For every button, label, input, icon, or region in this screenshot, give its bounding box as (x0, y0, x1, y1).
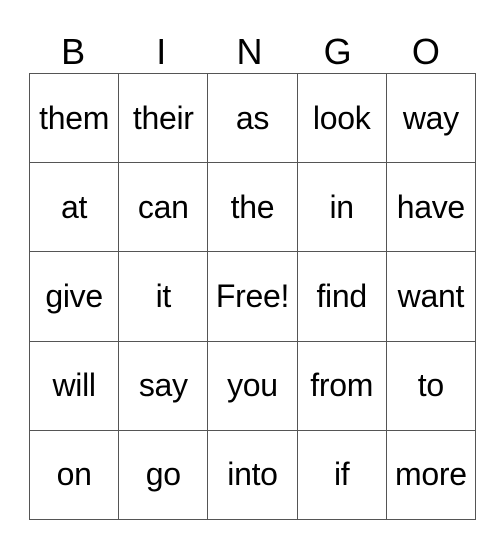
bingo-cell[interactable]: way (385, 72, 476, 164)
grid-row: will say you from to (28, 340, 476, 431)
bingo-cell[interactable]: will (28, 340, 120, 431)
header-letter-g: G (323, 31, 352, 72)
bingo-cell[interactable]: in (296, 162, 387, 253)
bingo-cell[interactable]: more (385, 429, 476, 520)
bingo-cell[interactable]: say (118, 340, 209, 431)
bingo-cell[interactable]: on (28, 429, 120, 520)
grid-row: them their as look way (28, 72, 476, 164)
header-letter-b: B (61, 31, 86, 72)
bingo-cell[interactable]: want (385, 251, 476, 342)
bingo-cell[interactable]: it (118, 251, 209, 342)
bingo-header: B I N G O (29, 30, 470, 73)
bingo-cell[interactable]: from (296, 340, 387, 431)
bingo-cell[interactable]: you (207, 340, 298, 431)
bingo-cell[interactable]: can (118, 162, 209, 253)
grid-row: give it Free! find want (28, 251, 476, 342)
grid-row: on go into if more (28, 429, 476, 520)
bingo-cell[interactable]: go (118, 429, 209, 520)
free-space-cell[interactable]: Free! (207, 251, 298, 342)
bingo-cell[interactable]: into (207, 429, 298, 520)
header-letter-i: I (156, 31, 167, 72)
bingo-cell[interactable]: as (207, 72, 298, 164)
header-letter-o: O (411, 31, 440, 72)
bingo-cell[interactable]: if (296, 429, 387, 520)
header-letter-n: N (236, 31, 263, 72)
bingo-cell[interactable]: find (296, 251, 387, 342)
bingo-cell[interactable]: the (207, 162, 298, 253)
bingo-cell[interactable]: look (296, 72, 387, 164)
bingo-cell[interactable]: give (28, 251, 120, 342)
bingo-cell[interactable]: at (28, 162, 120, 253)
bingo-grid: them their as look way at can the in hav… (28, 72, 476, 520)
bingo-cell[interactable]: their (118, 72, 209, 164)
bingo-cell[interactable]: them (28, 72, 120, 164)
bingo-cell[interactable]: to (385, 340, 476, 431)
bingo-cell[interactable]: have (385, 162, 476, 253)
grid-row: at can the in have (28, 162, 476, 253)
